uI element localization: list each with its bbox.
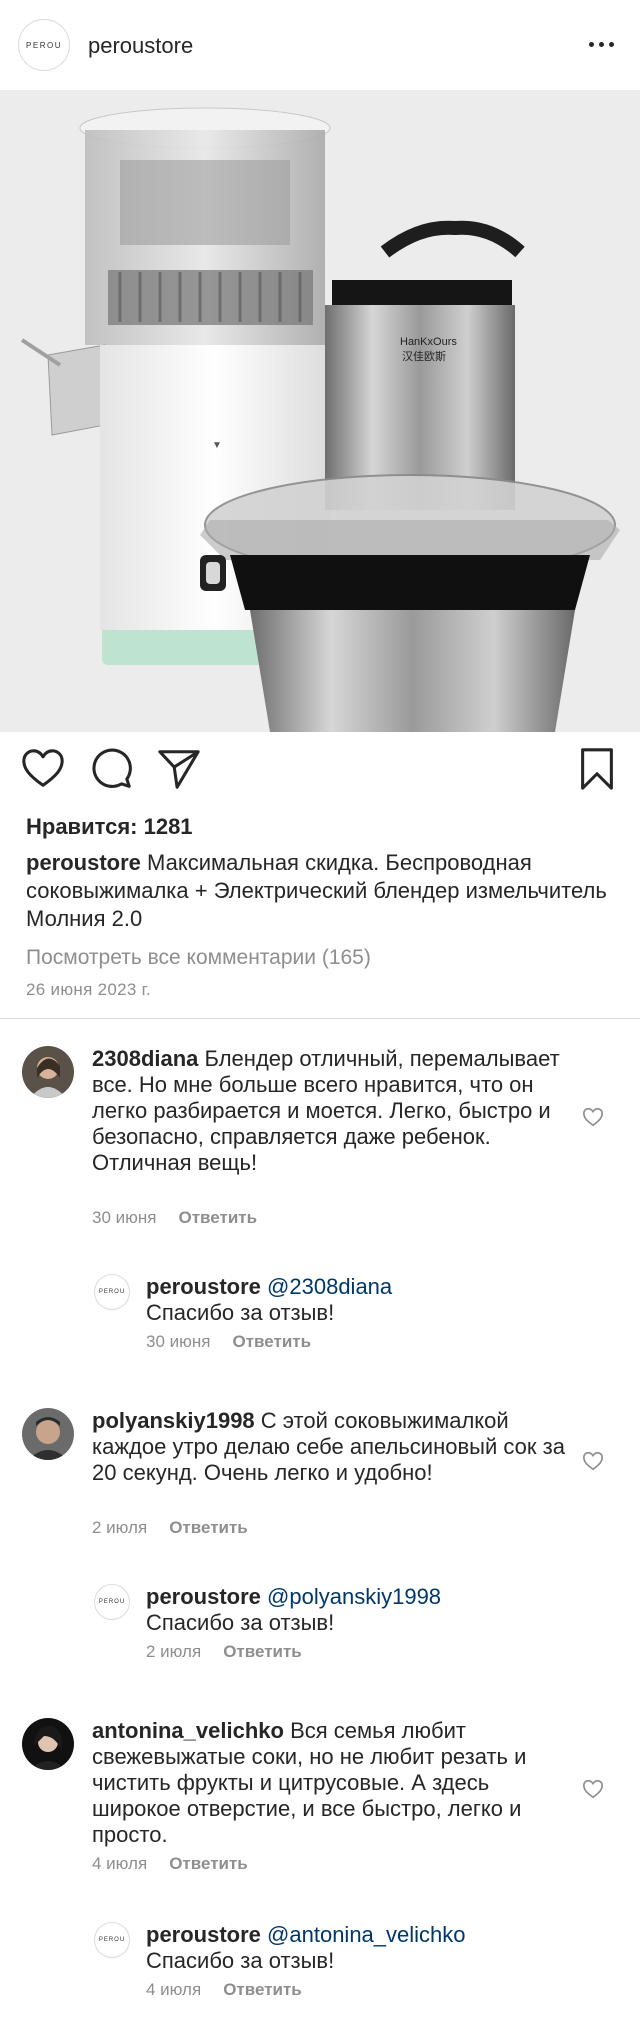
svg-text:HanKxOurs: HanKxOurs bbox=[400, 336, 457, 348]
reply-mention[interactable]: @2308diana bbox=[267, 1274, 392, 1299]
heart-icon[interactable] bbox=[20, 746, 66, 792]
divider bbox=[0, 1018, 640, 1019]
comment-date: 4 июля bbox=[92, 1854, 148, 1873]
reply-text-block: peroustore @2308diana Спасибо за отзыв! bbox=[146, 1274, 606, 1326]
product-illustration: ▼ HanKxOurs 汉佳欧斯 bbox=[0, 90, 640, 732]
bookmark-icon[interactable] bbox=[574, 746, 620, 792]
comment-like-icon[interactable] bbox=[582, 1778, 604, 1800]
reply-date: 2 июля bbox=[146, 1642, 202, 1661]
reply-meta: 4 июля Ответить bbox=[146, 1980, 302, 2000]
comment-meta: 4 июля Ответить bbox=[92, 1854, 248, 1874]
header-username[interactable]: peroustore bbox=[88, 33, 193, 59]
comment-meta: 2 июля Ответить bbox=[92, 1518, 248, 1538]
avatar-logo-text: PEROU bbox=[98, 1937, 126, 1943]
avatar[interactable] bbox=[22, 1408, 74, 1460]
comment-text-block: polyanskiy1998 С этой соковыжималкой каж… bbox=[92, 1408, 572, 1486]
reply-text-block: peroustore @antonina_velichko Спасибо за… bbox=[146, 1922, 616, 1974]
comment-icon[interactable] bbox=[88, 746, 134, 792]
profile-avatar[interactable]: PEROU bbox=[18, 19, 70, 71]
comment-like-icon[interactable] bbox=[582, 1106, 604, 1128]
avatar-logo-text: PEROU bbox=[98, 1599, 126, 1605]
reply-mention[interactable]: @polyanskiy1998 bbox=[267, 1584, 441, 1609]
reply-meta: 2 июля Ответить bbox=[146, 1642, 302, 1662]
comment-like-icon[interactable] bbox=[582, 1450, 604, 1472]
reply-text-block: peroustore @polyanskiy1998 Спасибо за от… bbox=[146, 1584, 606, 1636]
reply-date: 4 июля bbox=[146, 1980, 202, 1999]
view-all-comments-link[interactable]: Посмотреть все комментарии (165) bbox=[26, 946, 371, 970]
comment-text-block: 2308diana Блендер отличный, перемалывает… bbox=[92, 1046, 572, 1176]
comment-date: 2 июля bbox=[92, 1518, 148, 1537]
comment-meta: 30 июня Ответить bbox=[92, 1208, 257, 1228]
reply-text: Спасибо за отзыв! bbox=[146, 1610, 335, 1635]
comment-username[interactable]: 2308diana bbox=[92, 1046, 198, 1071]
post-date: 26 июня 2023 г. bbox=[26, 980, 152, 999]
reply-date: 30 июня bbox=[146, 1332, 211, 1351]
comment-username[interactable]: polyanskiy1998 bbox=[92, 1408, 255, 1433]
reply-username[interactable]: peroustore bbox=[146, 1922, 261, 1947]
post-image[interactable]: ▼ HanKxOurs 汉佳欧斯 bbox=[0, 90, 640, 732]
comment-text-block: antonina_velichko Вся семья любит свежев… bbox=[92, 1718, 572, 1848]
avatar[interactable] bbox=[22, 1046, 74, 1098]
avatar[interactable]: PEROU bbox=[94, 1922, 130, 1958]
avatar-logo-text: PEROU bbox=[26, 40, 62, 50]
paper-plane-icon[interactable] bbox=[156, 746, 202, 792]
avatar[interactable]: PEROU bbox=[94, 1274, 130, 1310]
reply-button[interactable]: Ответить bbox=[223, 1980, 302, 2000]
reply-button[interactable]: Ответить bbox=[169, 1854, 248, 1874]
svg-text:▼: ▼ bbox=[212, 440, 222, 451]
avatar[interactable]: PEROU bbox=[94, 1584, 130, 1620]
caption-username[interactable]: peroustore bbox=[26, 850, 141, 875]
reply-mention[interactable]: @antonina_velichko bbox=[267, 1922, 465, 1947]
comment-username[interactable]: antonina_velichko bbox=[92, 1718, 284, 1743]
action-bar bbox=[0, 746, 640, 798]
reply-button[interactable]: Ответить bbox=[232, 1332, 311, 1352]
reply-username[interactable]: peroustore bbox=[146, 1274, 261, 1299]
reply-text: Спасибо за отзыв! bbox=[146, 1300, 335, 1325]
svg-text:汉佳欧斯: 汉佳欧斯 bbox=[402, 349, 446, 363]
more-horizontal-icon[interactable] bbox=[589, 42, 614, 47]
post-header: PEROU peroustore bbox=[0, 0, 640, 90]
reply-meta: 30 июня Ответить bbox=[146, 1332, 311, 1352]
reply-button[interactable]: Ответить bbox=[178, 1208, 257, 1228]
post-caption: peroustore Максимальная скидка. Беспрово… bbox=[26, 849, 626, 933]
reply-button[interactable]: Ответить bbox=[169, 1518, 248, 1538]
avatar-logo-text: PEROU bbox=[98, 1289, 126, 1295]
avatar[interactable] bbox=[22, 1718, 74, 1770]
reply-button[interactable]: Ответить bbox=[223, 1642, 302, 1662]
reply-username[interactable]: peroustore bbox=[146, 1584, 261, 1609]
comment-date: 30 июня bbox=[92, 1208, 157, 1227]
likes-count[interactable]: Нравится: 1281 bbox=[26, 814, 193, 840]
reply-text: Спасибо за отзыв! bbox=[146, 1948, 335, 1973]
